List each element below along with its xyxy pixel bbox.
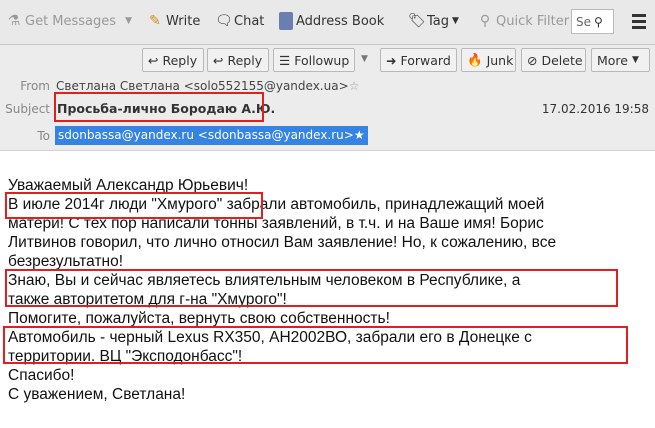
- forward-icon: ➜: [386, 52, 397, 68]
- write-button[interactable]: ✎ Write: [147, 12, 200, 30]
- annotation-box: [3, 326, 628, 364]
- reply-icon: ↩: [213, 52, 224, 68]
- junk-button[interactable]: 🔥 Junk: [461, 48, 516, 72]
- quick-filter-button[interactable]: ⚲ Quick Filter: [477, 12, 569, 30]
- annotation-box: [54, 92, 264, 122]
- reply-all-button[interactable]: ↩ Reply: [207, 48, 269, 72]
- body-line: Спасибо!: [8, 367, 75, 384]
- search-input[interactable]: Se ⚲: [571, 9, 614, 34]
- search-icon: ⚲: [594, 14, 603, 29]
- star-icon[interactable]: ★: [354, 128, 365, 142]
- address-book-icon: [279, 12, 293, 30]
- main-toolbar: ⚗ Get Messages ▼ ✎ Write 🗨 Chat Address Book…: [0, 0, 655, 45]
- reply-icon: ↩: [148, 52, 159, 68]
- get-messages-button[interactable]: ⚗ Get Messages ▼: [6, 12, 132, 30]
- pencil-icon: ✎: [149, 13, 161, 29]
- chevron-down-icon[interactable]: ▼: [125, 16, 132, 26]
- followup-button[interactable]: ☰ Followup: [273, 48, 355, 72]
- junk-icon: 🔥: [467, 52, 483, 67]
- subject-label: Subject: [5, 102, 50, 116]
- menu-icon[interactable]: [632, 14, 646, 29]
- body-line: С уважением, Светлана!: [8, 386, 186, 403]
- forward-button[interactable]: ➜ Forward: [380, 48, 457, 72]
- delete-button[interactable]: ⊘ Delete: [521, 48, 586, 72]
- to-label: To: [37, 129, 50, 143]
- annotation-box: [5, 192, 263, 219]
- from-label: From: [20, 79, 50, 93]
- address-book-button[interactable]: Address Book: [279, 12, 384, 30]
- chevron-down-icon: ▼: [632, 55, 639, 65]
- to-value[interactable]: sdonbassa@yandex.ru <sdonbassa@yandex.ru…: [55, 126, 368, 145]
- tag-icon: 🏷: [408, 13, 426, 29]
- from-value[interactable]: Светлана Светлана <solo552155@yandex.ua>…: [56, 79, 359, 93]
- download-icon: ⚗: [7, 13, 21, 29]
- chevron-down-icon: ▼: [452, 16, 459, 26]
- chat-icon: 🗨: [215, 13, 233, 29]
- body-line: Литвинов говорил, что лично относил Вам …: [8, 234, 557, 251]
- reply-button[interactable]: ↩ Reply: [142, 48, 204, 72]
- followup-dropdown-icon[interactable]: ▼: [361, 54, 368, 64]
- search-icon: ⚲: [479, 13, 491, 29]
- more-button[interactable]: More ▼: [591, 48, 650, 72]
- chat-button[interactable]: 🗨 Chat: [215, 12, 264, 30]
- delete-icon: ⊘: [527, 52, 538, 68]
- annotation-box: [5, 269, 618, 307]
- date-value: 17.02.2016 19:58: [541, 102, 649, 116]
- tag-button[interactable]: 🏷 Tag ▼: [408, 12, 459, 30]
- star-icon[interactable]: ☆: [349, 79, 360, 93]
- followup-icon: ☰: [279, 52, 291, 68]
